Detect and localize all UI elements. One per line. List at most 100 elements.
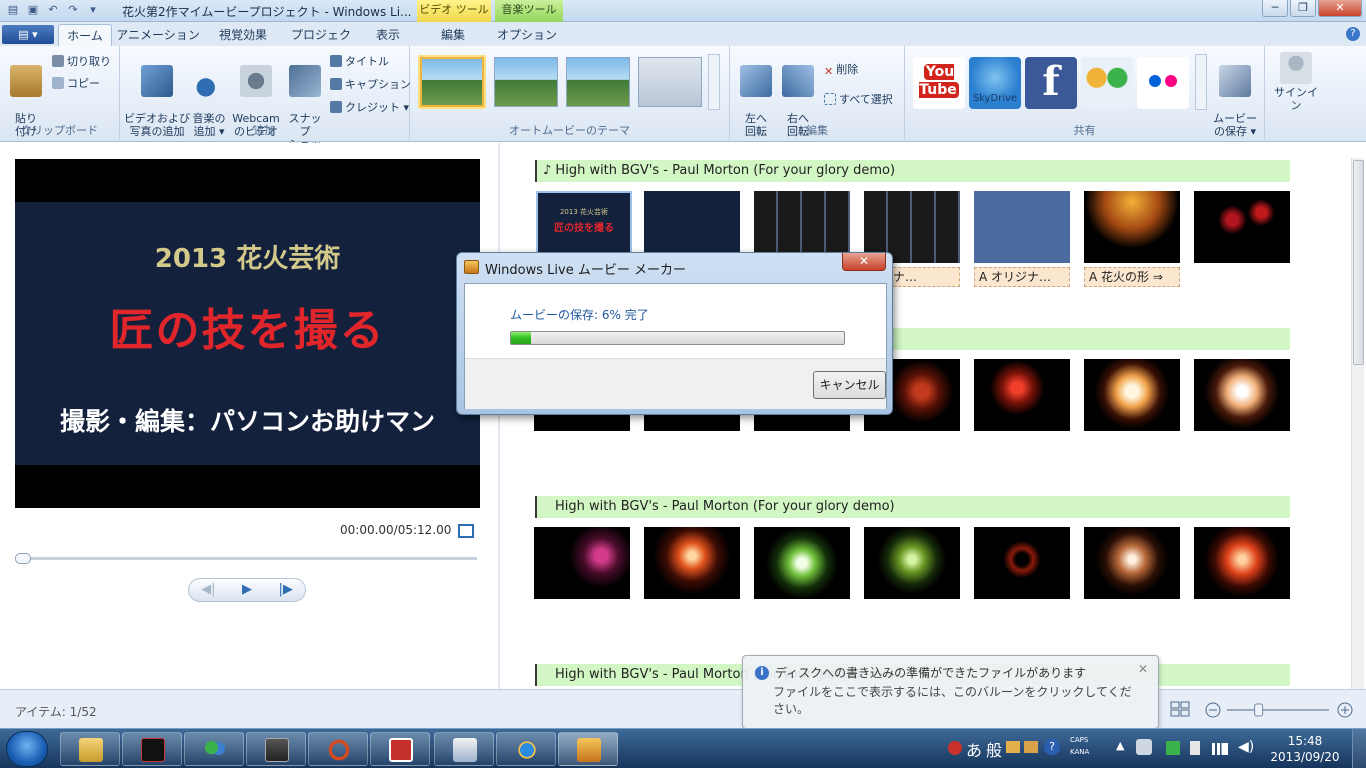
facebook-button[interactable]: f bbox=[1025, 57, 1077, 109]
taskbar-app[interactable] bbox=[370, 732, 430, 766]
flickr-button[interactable] bbox=[1137, 57, 1189, 109]
taskbar-internet-explorer[interactable] bbox=[496, 732, 556, 766]
taskbar-direct-canon[interactable] bbox=[434, 732, 494, 766]
zoom-slider[interactable] bbox=[1205, 702, 1355, 718]
save-progress-bar bbox=[510, 331, 845, 345]
next-frame-button[interactable]: |▶ bbox=[266, 579, 305, 601]
tab-edit[interactable]: 編集 bbox=[420, 24, 486, 46]
clip-firework[interactable] bbox=[1084, 359, 1180, 431]
ime-kanji-mode[interactable]: 般 bbox=[986, 737, 1002, 761]
ime-tool-icon[interactable] bbox=[1006, 741, 1020, 753]
fullscreen-icon[interactable] bbox=[458, 524, 474, 538]
clock[interactable]: 15:48 2013/09/20 bbox=[1268, 733, 1342, 765]
scrollbar-thumb[interactable] bbox=[1353, 160, 1364, 365]
disc-burn-icon[interactable] bbox=[1136, 739, 1152, 755]
seek-knob[interactable] bbox=[15, 553, 31, 564]
minimize-button[interactable]: ─ bbox=[1262, 0, 1288, 17]
thumbnail-size-icon[interactable] bbox=[1170, 700, 1190, 718]
rotate-left-icon bbox=[740, 65, 772, 97]
ime-icon[interactable] bbox=[948, 741, 962, 755]
tab-view[interactable]: 表示 bbox=[364, 24, 412, 46]
group-share: You Tube SkyDrive f ムービー の保存 ▾ 共有 bbox=[905, 46, 1265, 140]
taskbar-photo[interactable] bbox=[246, 732, 306, 766]
undo-icon[interactable]: ↶ bbox=[46, 3, 60, 17]
seek-bar[interactable] bbox=[15, 557, 477, 560]
select-all-button[interactable]: すべて選択 bbox=[824, 92, 893, 108]
youtube-button[interactable]: You Tube bbox=[913, 57, 965, 109]
group-share-icon[interactable] bbox=[1081, 57, 1133, 109]
power-icon[interactable] bbox=[1190, 741, 1200, 755]
notification-balloon[interactable]: i ディスクへの書き込みの準備ができたファイルがあります ✕ ファイルをここで表… bbox=[742, 655, 1159, 729]
volume-icon[interactable]: ◀) bbox=[1238, 739, 1254, 755]
clip-firework[interactable] bbox=[1084, 527, 1180, 599]
previous-frame-button[interactable]: ◀| bbox=[189, 579, 228, 601]
pane-divider[interactable] bbox=[498, 143, 500, 689]
customize-qat-icon[interactable]: ▾ bbox=[86, 3, 100, 17]
title-button[interactable]: タイトル bbox=[330, 54, 389, 70]
clip-firework[interactable] bbox=[534, 527, 630, 599]
music-track-bar[interactable]: ♪ High with BGV's - Paul Morton (For you… bbox=[535, 160, 1290, 182]
security-icon[interactable] bbox=[1166, 741, 1180, 755]
ime-tool-icon[interactable] bbox=[1024, 741, 1038, 753]
caption-label[interactable]: A オリジナ… bbox=[974, 267, 1070, 287]
redo-icon[interactable]: ↷ bbox=[66, 3, 80, 17]
taskbar-app[interactable] bbox=[308, 732, 368, 766]
copy-button[interactable]: コピー bbox=[52, 76, 100, 92]
clip-firework[interactable] bbox=[1194, 359, 1290, 431]
cancel-button[interactable]: キャンセル bbox=[813, 371, 886, 399]
tab-home[interactable]: ホーム bbox=[58, 24, 112, 46]
moviemaker-icon bbox=[464, 260, 479, 274]
tab-visual-effects[interactable]: 視覚効果 bbox=[208, 24, 278, 46]
play-button[interactable]: ▶ bbox=[228, 579, 267, 601]
music-track-bar[interactable]: High with BGV's - Paul Morton (For your … bbox=[535, 496, 1290, 518]
share-gallery-scroll[interactable] bbox=[1195, 54, 1207, 110]
clip-firework[interactable] bbox=[644, 527, 740, 599]
cut-button[interactable]: 切り取り bbox=[52, 54, 111, 70]
zoom-knob[interactable] bbox=[1254, 703, 1264, 717]
theme-thumbnail[interactable] bbox=[638, 57, 702, 107]
clip-firework[interactable] bbox=[1194, 191, 1290, 263]
credit-button[interactable]: クレジット ▾ bbox=[330, 100, 409, 116]
taskbar-moviemaker[interactable] bbox=[558, 732, 618, 766]
theme-gallery-scroll[interactable] bbox=[708, 54, 720, 110]
save-icon[interactable]: ▣ bbox=[26, 3, 40, 17]
app-menu-icon[interactable]: ▤ bbox=[6, 3, 20, 17]
skydrive-button[interactable]: SkyDrive bbox=[969, 57, 1021, 109]
taskbar-app[interactable] bbox=[122, 732, 182, 766]
show-hidden-icons[interactable]: ▲ bbox=[1116, 739, 1124, 752]
caption-label[interactable]: A 花火の形 ⇒ bbox=[1084, 267, 1180, 287]
taskbar-explorer[interactable] bbox=[60, 732, 120, 766]
ime-mode[interactable]: あ bbox=[966, 737, 982, 761]
app-menu-button[interactable]: ▤ ▾ bbox=[2, 25, 54, 44]
group-automovie-themes: オートムービーのテーマ bbox=[410, 46, 730, 140]
delete-button[interactable]: ✕ 削除 bbox=[824, 62, 858, 78]
close-button[interactable]: ✕ bbox=[1318, 0, 1362, 17]
dialog-close-button[interactable]: ✕ bbox=[842, 253, 886, 271]
network-signal-icon[interactable] bbox=[1212, 743, 1228, 755]
clip-firework[interactable] bbox=[974, 527, 1070, 599]
clip-collage[interactable] bbox=[974, 191, 1070, 263]
help-icon[interactable]: ? bbox=[1346, 27, 1360, 41]
clip-firework[interactable] bbox=[754, 527, 850, 599]
tab-options[interactable]: オプション bbox=[494, 24, 560, 46]
quick-access-toolbar: ▤ ▣ ↶ ↷ ▾ bbox=[6, 3, 100, 19]
save-progress-fill bbox=[511, 332, 531, 344]
clip-firework[interactable] bbox=[864, 527, 960, 599]
clip-firework[interactable] bbox=[974, 359, 1070, 431]
balloon-close-button[interactable]: ✕ bbox=[1138, 662, 1148, 676]
taskbar-messenger[interactable] bbox=[184, 732, 244, 766]
clip-firework[interactable] bbox=[1194, 527, 1290, 599]
theme-thumbnail[interactable] bbox=[494, 57, 558, 107]
clip-firework[interactable] bbox=[1084, 191, 1180, 263]
tab-project[interactable]: プロジェクト bbox=[286, 24, 356, 64]
start-button[interactable] bbox=[6, 731, 48, 767]
theme-thumbnail[interactable] bbox=[566, 57, 630, 107]
signin-button[interactable]: サインイン bbox=[1269, 52, 1323, 112]
theme-thumbnail[interactable] bbox=[420, 57, 484, 107]
caption-button[interactable]: キャプション bbox=[330, 77, 411, 93]
storyboard-scrollbar[interactable] bbox=[1351, 158, 1364, 689]
help-icon[interactable]: ? bbox=[1044, 739, 1060, 755]
tab-animation[interactable]: アニメーション bbox=[116, 24, 200, 46]
show-desktop-button[interactable] bbox=[1352, 729, 1366, 768]
maximize-button[interactable]: ❐ bbox=[1290, 0, 1316, 17]
